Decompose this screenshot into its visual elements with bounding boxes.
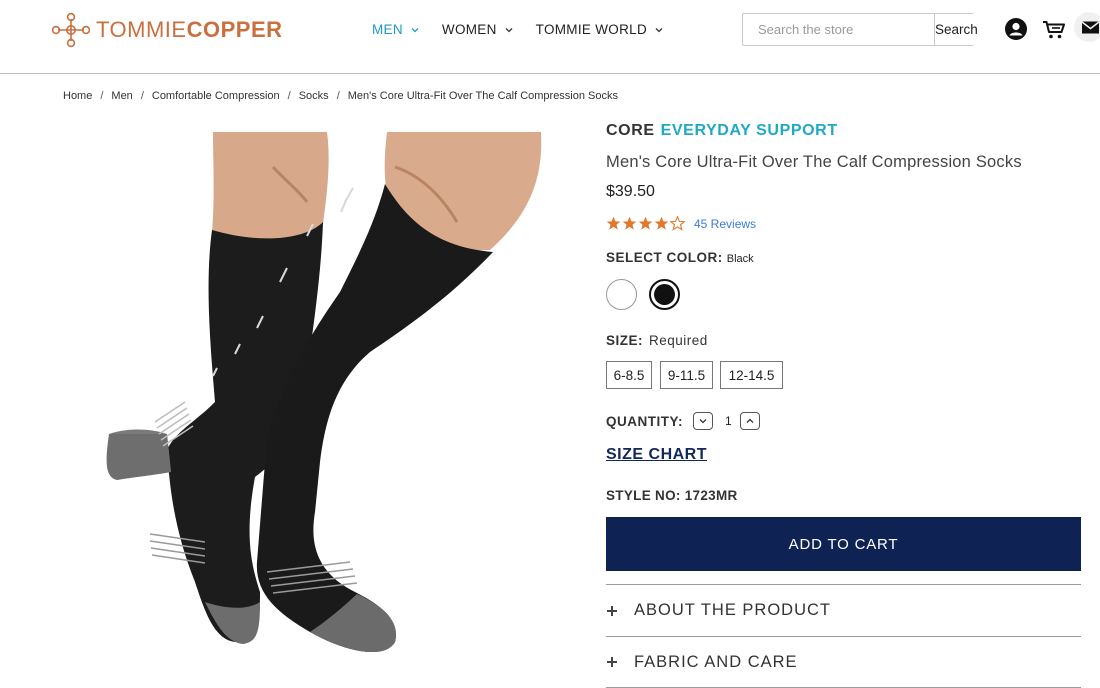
product-line: CORE EVERYDAY SUPPORT bbox=[606, 122, 838, 140]
logo-mark-icon bbox=[52, 12, 90, 48]
star-filled-icon bbox=[622, 216, 637, 230]
breadcrumb-separator: / bbox=[336, 90, 340, 102]
select-color-label: SELECT COLOR: Black bbox=[606, 250, 754, 265]
accordion-about-product[interactable]: ABOUT THE PRODUCT bbox=[606, 584, 1081, 636]
size-option-9-11-5[interactable]: 9-11.5 bbox=[660, 361, 713, 389]
chevron-down-icon bbox=[411, 27, 419, 32]
style-number: STYLE NO: 1723MR bbox=[606, 488, 738, 503]
chevron-down-icon bbox=[505, 27, 513, 32]
breadcrumb-separator: / bbox=[287, 90, 291, 102]
brand-logo[interactable]: TOMMIECOPPER bbox=[52, 12, 283, 48]
star-empty-icon bbox=[670, 216, 685, 231]
reviews-link[interactable]: 45 Reviews bbox=[694, 217, 756, 231]
site-header: TOMMIECOPPER MEN WOMEN TOMMIE WORLD Sear… bbox=[0, 0, 1100, 74]
chevron-up-icon bbox=[746, 418, 754, 423]
product-rating: 45 Reviews bbox=[606, 216, 756, 231]
breadcrumb: Home / Men / Comfortable Compression / S… bbox=[63, 90, 618, 102]
accordion-fabric-care[interactable]: FABRIC AND CARE bbox=[606, 636, 1081, 688]
account-icon[interactable] bbox=[1004, 17, 1028, 41]
color-swatch-white[interactable] bbox=[606, 279, 637, 310]
add-to-cart-button[interactable]: ADD TO CART bbox=[606, 517, 1081, 571]
product-line-accent: EVERYDAY SUPPORT bbox=[660, 122, 838, 139]
chevron-down-icon bbox=[699, 419, 707, 424]
nav-item-label: WOMEN bbox=[441, 22, 497, 37]
brand-wordmark: TOMMIECOPPER bbox=[96, 17, 283, 42]
chevron-down-icon bbox=[655, 27, 663, 32]
selected-color-value: Black bbox=[726, 253, 754, 265]
nav-item-label: TOMMIE WORLD bbox=[535, 22, 648, 37]
accordion-label: ABOUT THE PRODUCT bbox=[634, 601, 831, 619]
nav-item-tommie-world[interactable]: TOMMIE WORLD bbox=[536, 22, 664, 37]
rating-stars bbox=[606, 216, 685, 231]
quantity-increase-button[interactable] bbox=[739, 412, 760, 430]
star-filled-icon bbox=[638, 216, 653, 230]
quantity-label: QUANTITY: bbox=[606, 413, 683, 429]
search-box: Search bbox=[742, 13, 978, 46]
star-filled-icon bbox=[654, 216, 669, 230]
nav-item-women[interactable]: WOMEN bbox=[442, 22, 514, 37]
plus-icon bbox=[607, 657, 617, 667]
size-option-12-14-5[interactable]: 12-14.5 bbox=[720, 361, 783, 389]
breadcrumb-socks[interactable]: Socks bbox=[299, 90, 329, 102]
accordion-label: FABRIC AND CARE bbox=[634, 652, 798, 671]
product-price: $39.50 bbox=[606, 183, 655, 200]
quantity-value[interactable]: 1 bbox=[725, 414, 732, 428]
cart-icon[interactable] bbox=[1042, 17, 1066, 41]
breadcrumb-home[interactable]: Home bbox=[63, 90, 92, 102]
size-option-6-8-5[interactable]: 6-8.5 bbox=[606, 361, 652, 389]
size-label-text: SIZE: bbox=[606, 333, 644, 348]
search-button[interactable]: Search bbox=[934, 14, 978, 45]
main-nav: MEN WOMEN TOMMIE WORLD bbox=[372, 22, 686, 37]
mail-button[interactable] bbox=[1074, 12, 1100, 42]
nav-item-men[interactable]: MEN bbox=[372, 22, 420, 37]
size-chart-link[interactable]: SIZE CHART bbox=[606, 446, 707, 464]
breadcrumb-separator: / bbox=[140, 90, 144, 102]
nav-item-label: MEN bbox=[372, 22, 403, 37]
breadcrumb-separator: / bbox=[100, 90, 104, 102]
size-required-text: Required bbox=[649, 333, 708, 348]
mail-icon bbox=[1081, 21, 1100, 34]
quantity-stepper: QUANTITY: 1 bbox=[606, 412, 760, 430]
breadcrumb-current: Men's Core Ultra-Fit Over The Calf Compr… bbox=[347, 90, 619, 102]
breadcrumb-comfortable-compression[interactable]: Comfortable Compression bbox=[152, 90, 280, 102]
product-line-prefix: CORE bbox=[606, 122, 655, 139]
product-image[interactable] bbox=[95, 132, 565, 688]
size-label: SIZE: Required bbox=[606, 333, 708, 348]
breadcrumb-men[interactable]: Men bbox=[111, 90, 132, 102]
star-filled-icon bbox=[606, 216, 621, 230]
product-title: Men's Core Ultra-Fit Over The Calf Compr… bbox=[606, 153, 1022, 171]
plus-icon bbox=[607, 605, 617, 616]
quantity-decrease-button[interactable] bbox=[693, 412, 713, 430]
color-swatch-black[interactable] bbox=[649, 279, 680, 310]
search-input[interactable] bbox=[743, 14, 934, 45]
color-label-text: SELECT COLOR: bbox=[606, 250, 723, 265]
